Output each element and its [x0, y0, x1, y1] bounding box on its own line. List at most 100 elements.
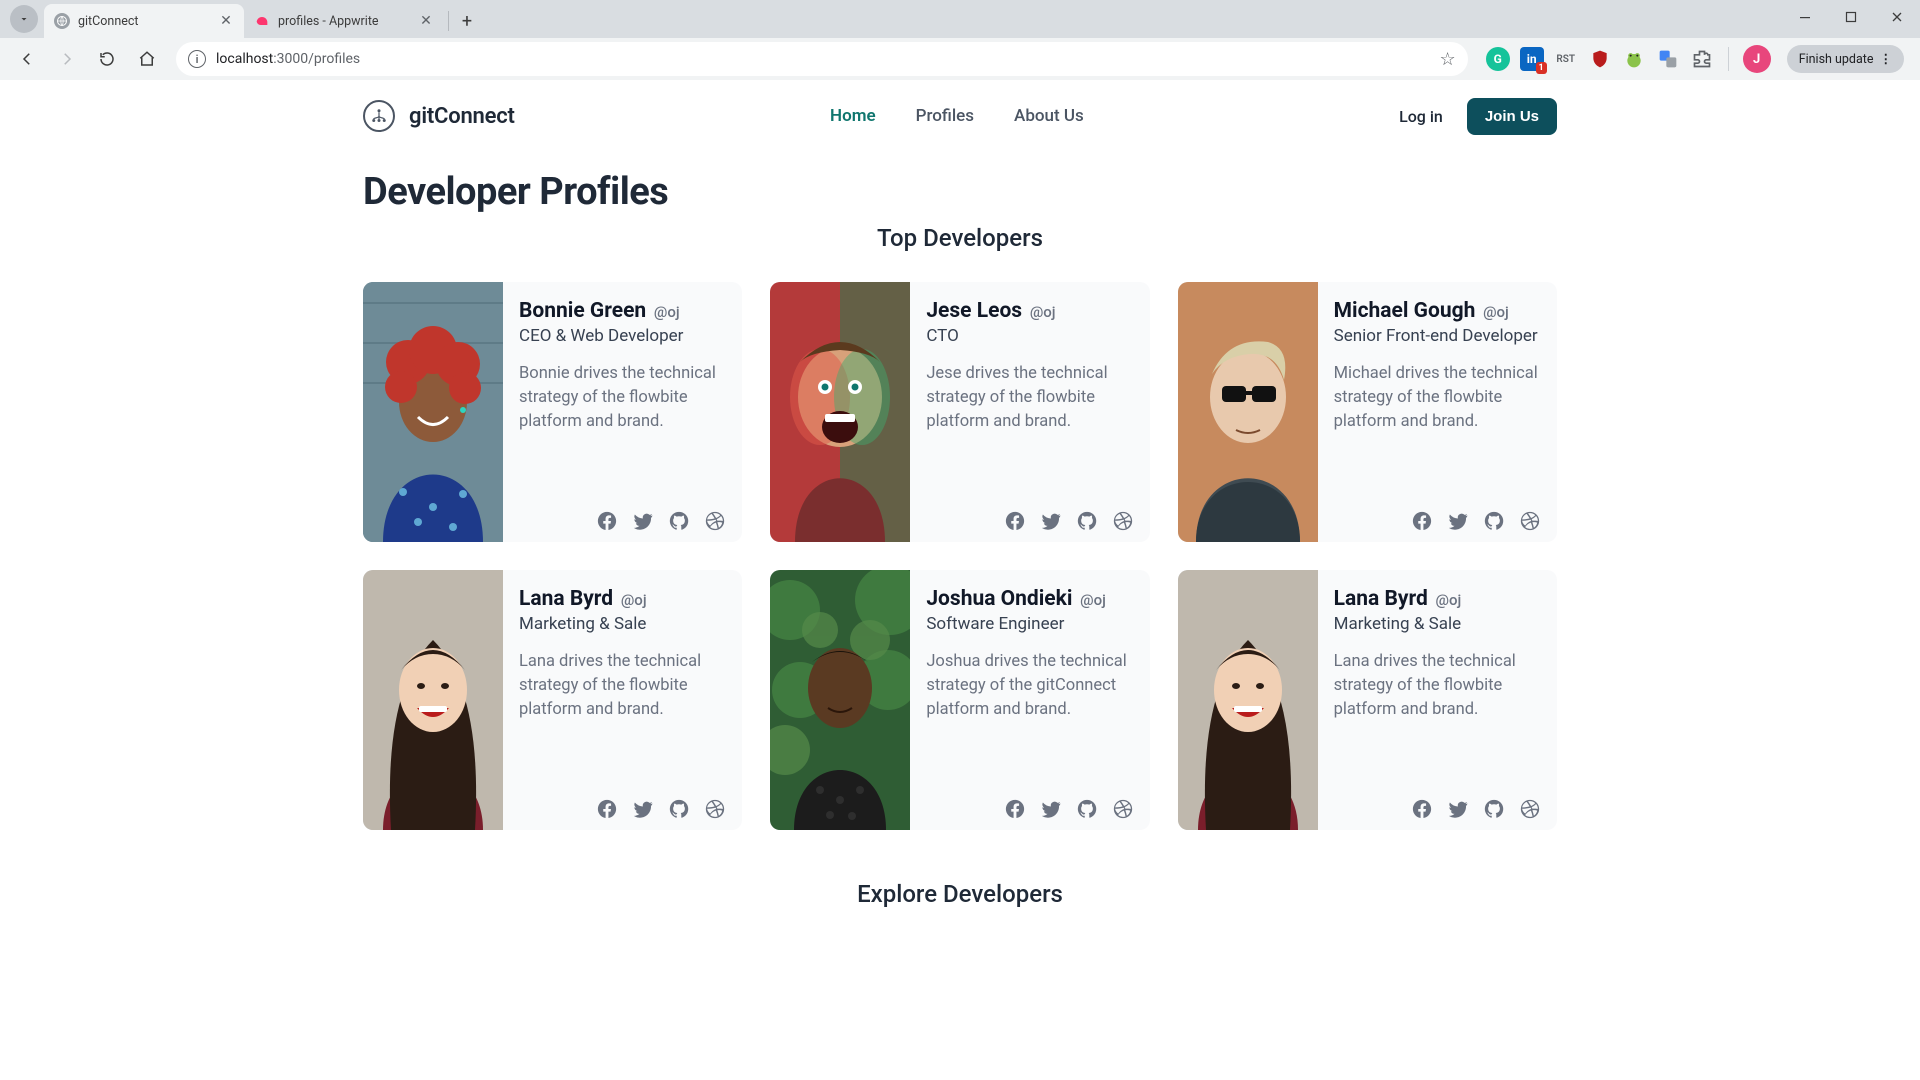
dribbble-icon[interactable]	[1519, 510, 1541, 532]
developer-name-line: Michael Gough @oj	[1334, 298, 1541, 324]
address-bar[interactable]: i localhost:3000/profiles ☆	[176, 42, 1468, 76]
browser-tab-active[interactable]: gitConnect ✕	[44, 4, 244, 38]
brand[interactable]: gitConnect	[363, 100, 515, 132]
tab-close-button[interactable]: ✕	[218, 13, 234, 29]
twitter-icon[interactable]	[1447, 798, 1469, 820]
developer-socials	[1334, 798, 1541, 820]
developer-socials	[519, 798, 726, 820]
window-maximize-button[interactable]	[1828, 0, 1874, 34]
header-actions: Log in Join Us	[1399, 98, 1557, 135]
developer-card: Bonnie Green @ojCEO & Web DeveloperBonni…	[363, 282, 742, 542]
twitter-icon[interactable]	[632, 510, 654, 532]
tab-search-dropdown[interactable]	[10, 5, 38, 33]
nav-profiles[interactable]: Profiles	[916, 106, 974, 126]
twitter-icon[interactable]	[632, 798, 654, 820]
tab-divider	[448, 11, 449, 31]
twitter-icon[interactable]	[1040, 798, 1062, 820]
developer-handle: @oj	[1076, 591, 1105, 609]
facebook-icon[interactable]	[1411, 510, 1433, 532]
extension-rst-icon[interactable]: RST	[1554, 47, 1578, 71]
login-link[interactable]: Log in	[1399, 107, 1443, 126]
facebook-icon[interactable]	[596, 510, 618, 532]
browser-tab[interactable]: profiles - Appwrite ✕	[244, 4, 444, 38]
extension-frog-icon[interactable]	[1622, 47, 1646, 71]
tab-title: profiles - Appwrite	[278, 14, 410, 29]
dribbble-icon[interactable]	[1112, 510, 1134, 532]
join-us-button[interactable]: Join Us	[1467, 98, 1557, 135]
appwrite-icon	[254, 13, 270, 29]
bookmark-star-icon[interactable]: ☆	[1440, 49, 1456, 70]
developer-name-line: Bonnie Green @oj	[519, 298, 726, 324]
developer-socials	[926, 510, 1133, 532]
github-icon[interactable]	[1483, 510, 1505, 532]
dribbble-icon[interactable]	[1519, 798, 1541, 820]
extension-icons: G in1 RST J Finish update ⋮	[1480, 45, 1910, 73]
developer-role: Marketing & Sale	[1334, 614, 1541, 634]
extension-grammarly-icon[interactable]: G	[1486, 47, 1510, 71]
github-icon[interactable]	[668, 798, 690, 820]
developer-role: CTO	[926, 326, 1133, 346]
developer-handle: @oj	[617, 591, 646, 609]
nav-home-button[interactable]	[130, 42, 164, 76]
developer-name: Lana Byrd	[1334, 587, 1428, 611]
developer-socials	[519, 510, 726, 532]
extensions-menu-icon[interactable]	[1690, 47, 1714, 71]
github-icon[interactable]	[668, 510, 690, 532]
finish-update-button[interactable]: Finish update ⋮	[1787, 45, 1904, 73]
toolbar-divider	[1728, 47, 1729, 71]
developer-photo	[770, 282, 910, 542]
developer-bio: Lana drives the technical strategy of th…	[519, 650, 726, 788]
developer-card-body: Lana Byrd @ojMarketing & SaleLana drives…	[503, 570, 742, 830]
page-heading: Developer Profiles	[363, 170, 1557, 214]
developer-name: Bonnie Green	[519, 299, 646, 323]
new-tab-button[interactable]: +	[453, 7, 481, 35]
nav-about[interactable]: About Us	[1014, 106, 1084, 126]
page-title: Developer Profiles	[363, 170, 1557, 214]
developer-handle: @oj	[1026, 303, 1055, 321]
developer-card: Joshua Ondieki @ojSoftware EngineerJoshu…	[770, 570, 1149, 830]
developer-photo	[1178, 570, 1318, 830]
facebook-icon[interactable]	[1004, 798, 1026, 820]
extension-translate-icon[interactable]	[1656, 47, 1680, 71]
developer-name-line: Lana Byrd @oj	[1334, 586, 1541, 612]
profile-avatar-button[interactable]: J	[1743, 45, 1771, 73]
dribbble-icon[interactable]	[1112, 798, 1134, 820]
dribbble-icon[interactable]	[704, 798, 726, 820]
nav-back-button[interactable]	[10, 42, 44, 76]
github-icon[interactable]	[1483, 798, 1505, 820]
facebook-icon[interactable]	[1004, 510, 1026, 532]
developer-card: Lana Byrd @ojMarketing & SaleLana drives…	[363, 570, 742, 830]
developer-photo	[1178, 282, 1318, 542]
page-viewport[interactable]: gitConnect Home Profiles About Us Log in…	[0, 80, 1920, 1080]
dribbble-icon[interactable]	[704, 510, 726, 532]
developer-socials	[1334, 510, 1541, 532]
explore-developers-title: Explore Developers	[363, 880, 1557, 908]
extension-badge: 1	[1536, 62, 1547, 74]
github-icon[interactable]	[1076, 798, 1098, 820]
finish-update-label: Finish update	[1799, 52, 1874, 67]
extension-linkedin-icon[interactable]: in1	[1520, 47, 1544, 71]
window-close-button[interactable]	[1874, 0, 1920, 34]
tab-close-button[interactable]: ✕	[418, 13, 434, 29]
nav-reload-button[interactable]	[90, 42, 124, 76]
developer-bio: Bonnie drives the technical strategy of …	[519, 362, 726, 500]
developer-grid: Bonnie Green @ojCEO & Web DeveloperBonni…	[363, 282, 1557, 830]
twitter-icon[interactable]	[1040, 510, 1062, 532]
developer-bio: Jese drives the technical strategy of th…	[926, 362, 1133, 500]
twitter-icon[interactable]	[1447, 510, 1469, 532]
developer-bio: Lana drives the technical strategy of th…	[1334, 650, 1541, 788]
extension-ublock-icon[interactable]	[1588, 47, 1612, 71]
nav-home[interactable]: Home	[830, 106, 876, 126]
window-minimize-button[interactable]	[1782, 0, 1828, 34]
nav-forward-button[interactable]	[50, 42, 84, 76]
developer-socials	[926, 798, 1133, 820]
github-icon[interactable]	[1076, 510, 1098, 532]
developer-card: Michael Gough @ojSenior Front-end Develo…	[1178, 282, 1557, 542]
developer-bio: Joshua drives the technical strategy of …	[926, 650, 1133, 788]
site-info-icon[interactable]: i	[188, 50, 206, 68]
developer-role: Software Engineer	[926, 614, 1133, 634]
facebook-icon[interactable]	[1411, 798, 1433, 820]
developer-card-body: Lana Byrd @ojMarketing & Sale Lana drives…	[1318, 570, 1557, 830]
facebook-icon[interactable]	[596, 798, 618, 820]
developer-photo	[363, 570, 503, 830]
